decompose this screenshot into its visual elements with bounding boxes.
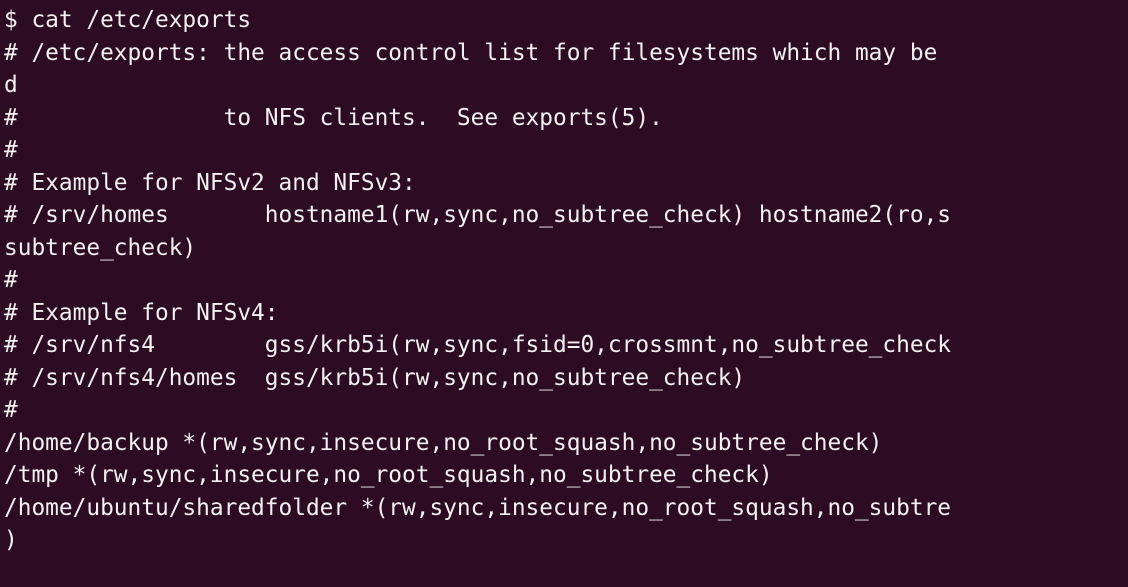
terminal-line: # <box>4 137 18 163</box>
terminal-line-command: $ cat /etc/exports <box>4 7 252 33</box>
terminal-window[interactable]: $ cat /etc/exports # /etc/exports: the ac… <box>0 0 1128 587</box>
terminal-line: # <box>4 267 18 293</box>
terminal-line: /home/backup *(rw,sync,insecure,no_root_… <box>4 429 883 456</box>
terminal-line: # /srv/homes hostname1(rw,sync,no_subtre… <box>4 202 952 228</box>
terminal-line: /home/ubuntu/sharedfolder *(rw,sync,inse… <box>4 494 952 521</box>
terminal-output: $ cat /etc/exports # /etc/exports: the ac… <box>0 0 1128 557</box>
terminal-line: d <box>4 72 18 98</box>
terminal-line: ) <box>4 527 18 553</box>
terminal-line: # /srv/nfs4/homes gss/krb5i(rw,sync,no_s… <box>4 364 746 391</box>
terminal-line: # Example for NFSv4: <box>4 299 279 326</box>
terminal-line: # to NFS clients. See exports(5). <box>4 104 663 131</box>
terminal-line: # <box>4 397 18 423</box>
terminal-line: # /srv/nfs4 gss/krb5i(rw,sync,fsid=0,cro… <box>4 332 952 358</box>
terminal-line: subtree_check) <box>4 234 197 261</box>
terminal-line: /tmp *(rw,sync,insecure,no_root_squash,n… <box>4 462 773 488</box>
terminal-line: # /etc/exports: the access control list … <box>4 39 938 66</box>
terminal-line: # Example for NFSv2 and NFSv3: <box>4 169 416 196</box>
